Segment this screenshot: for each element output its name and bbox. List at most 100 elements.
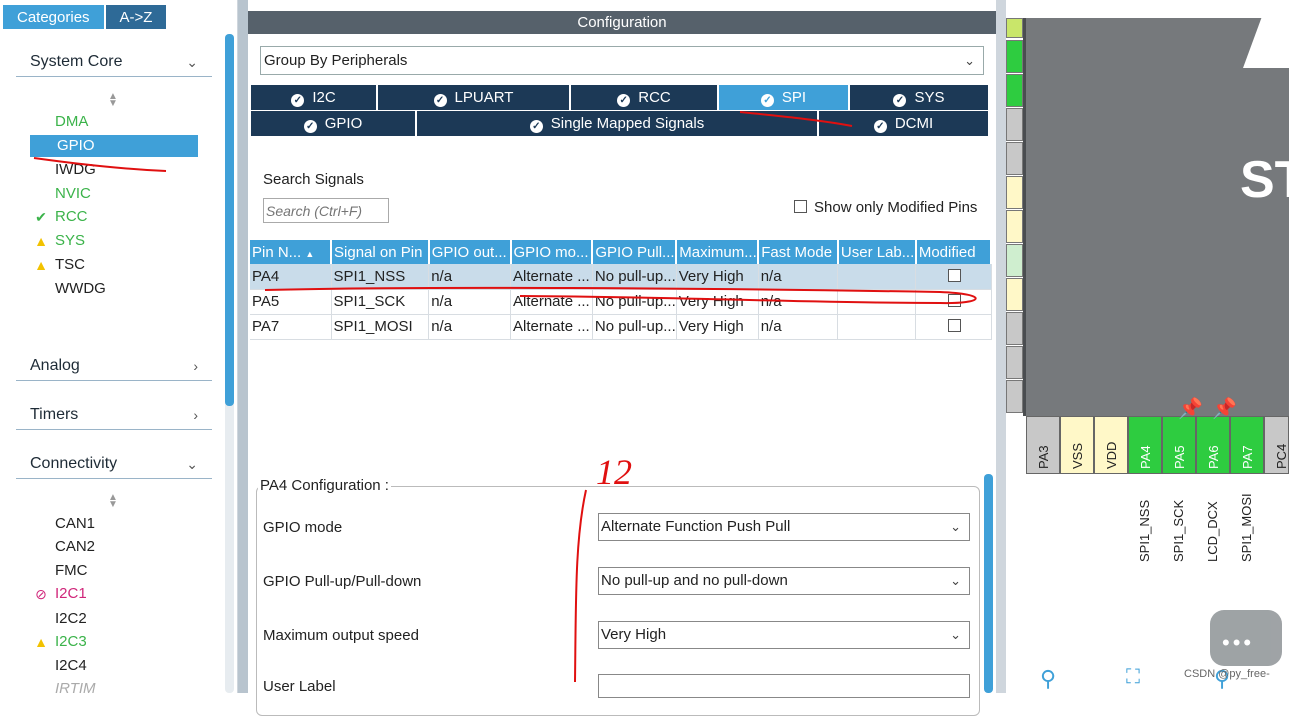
tab-lpuart[interactable]: ✓ LPUART	[378, 85, 571, 110]
chip-pin-pa7[interactable]: PA7	[1230, 416, 1264, 474]
tab-a-z[interactable]: A->Z	[104, 4, 168, 30]
col-header-gpio-pull[interactable]: GPIO Pull...	[592, 240, 678, 264]
sidebar-item-label: I2C4	[55, 657, 87, 674]
group-by-select[interactable]: Group By Peripherals ⌄	[260, 46, 984, 75]
chip-pin-vdd[interactable]: VDD	[1094, 416, 1128, 474]
tab-spi[interactable]: ✓ SPI	[719, 85, 850, 110]
chip-pin[interactable]	[1006, 142, 1023, 175]
chip-pin-pc4[interactable]: PC4	[1264, 416, 1289, 474]
check-circle-icon: ✓	[760, 94, 774, 107]
chip-pin[interactable]	[1006, 380, 1023, 413]
sidebar-item-iwdg[interactable]: IWDG	[30, 159, 198, 181]
tab-single-mapped-signals[interactable]: ✓ Single Mapped Signals	[417, 111, 819, 136]
chip-pin-pa3[interactable]: PA3	[1026, 416, 1060, 474]
check-circle-icon: ✓	[433, 94, 447, 107]
sidebar-item-tsc[interactable]: ▲ TSC	[30, 254, 198, 276]
chip-pin[interactable]	[1006, 346, 1023, 379]
col-header-max-speed[interactable]: Maximum...	[676, 240, 760, 264]
panel-splitter[interactable]	[996, 0, 1006, 693]
sort-icon[interactable]: ▲ ▼	[108, 92, 118, 109]
tab-categories[interactable]: Categories	[2, 4, 105, 30]
sidebar-item-i2c3[interactable]: ▲ I2C3	[30, 631, 198, 653]
sidebar-item-wwdg[interactable]: WWDG	[30, 278, 198, 300]
chip-pin-pa6[interactable]: PA6	[1196, 416, 1230, 474]
tab-gpio[interactable]: ✓ GPIO	[251, 111, 417, 136]
chip-pin[interactable]	[1006, 40, 1023, 73]
sidebar-item-i2c4[interactable]: I2C4	[30, 655, 198, 677]
sidebar-item-fmc[interactable]: FMC	[30, 560, 198, 582]
chip-pin[interactable]	[1006, 176, 1023, 209]
col-header-pin[interactable]: Pin N... ▲	[250, 240, 333, 264]
checkbox-icon[interactable]	[947, 294, 961, 307]
zoom-in-icon[interactable]: ⚲	[1040, 666, 1056, 692]
sidebar-item-dma[interactable]: DMA	[30, 111, 198, 133]
chip-pin-pa4[interactable]: PA4	[1128, 416, 1162, 474]
max-speed-select[interactable]: Very High ⌄	[598, 621, 970, 649]
sort-icon[interactable]: ▲ ▼	[108, 493, 118, 510]
search-input[interactable]	[263, 198, 389, 223]
panel-splitter[interactable]	[238, 0, 248, 693]
chip-pin-pa5[interactable]: PA5	[1162, 416, 1196, 474]
col-header-signal[interactable]: Signal on Pin	[331, 240, 430, 264]
chip-pin[interactable]	[1006, 108, 1023, 141]
gpio-mode-select[interactable]: Alternate Function Push Pull ⌄	[598, 513, 970, 541]
cell-fast-mode: n/a	[758, 314, 839, 340]
sidebar-item-irtim[interactable]: IRTIM	[30, 678, 198, 700]
col-header-modified[interactable]: Modified	[915, 240, 993, 264]
checkbox-icon[interactable]	[794, 200, 807, 213]
sidebar-item-label: SYS	[55, 232, 86, 249]
category-connectivity[interactable]: Connectivity ⌄	[16, 449, 212, 479]
left-scrollbar-thumb[interactable]	[225, 34, 234, 406]
sidebar-item-can1[interactable]: CAN1	[30, 513, 198, 535]
sidebar-item-label: RCC	[55, 208, 88, 225]
check-circle-icon: ✓	[291, 94, 305, 107]
col-header-user-label[interactable]: User Lab...	[837, 240, 917, 264]
sidebar-item-label: I2C1	[55, 585, 87, 602]
chip-pin[interactable]	[1006, 18, 1023, 38]
chip-pin[interactable]	[1006, 74, 1023, 107]
tab-dcmi[interactable]: ✓ DCMI	[819, 111, 990, 136]
table-row[interactable]: PA7 SPI1_MOSI n/a Alternate ... No pull-…	[250, 314, 992, 340]
chat-icon[interactable]: •••	[1210, 610, 1282, 666]
config-scrollbar-thumb[interactable]	[984, 474, 993, 693]
sidebar-item-i2c1[interactable]: ⊘ I2C1	[30, 583, 198, 605]
tab-label: I2C	[312, 89, 336, 106]
tab-rcc[interactable]: ✓ RCC	[571, 85, 719, 110]
tab-sys[interactable]: ✓ SYS	[850, 85, 990, 110]
cell-pin: PA4	[250, 264, 332, 290]
category-system-core[interactable]: System Core ⌄	[16, 47, 212, 77]
sidebar-item-gpio[interactable]: GPIO	[30, 135, 198, 157]
chip-pin[interactable]	[1006, 278, 1023, 311]
cell-signal: SPI1_MOSI	[331, 314, 430, 340]
chip-pin-vss[interactable]: VSS	[1060, 416, 1094, 474]
col-header-gpio-mode[interactable]: GPIO mo...	[510, 240, 594, 264]
sidebar-item-rcc[interactable]: ✔ RCC	[30, 206, 198, 228]
sidebar-item-sys[interactable]: ▲ SYS	[30, 230, 198, 252]
sidebar-item-nvic[interactable]: NVIC	[30, 183, 198, 205]
pin-label: PA4	[1138, 445, 1153, 469]
cell-user-label	[837, 314, 917, 340]
sidebar-item-i2c2[interactable]: I2C2	[30, 608, 198, 630]
col-header-fast-mode[interactable]: Fast Mode	[758, 240, 839, 264]
checkbox-icon[interactable]	[947, 268, 961, 282]
cell-signal: SPI1_SCK	[331, 289, 430, 315]
sidebar-item-label: WWDG	[55, 280, 106, 297]
show-modified-toggle[interactable]: Show only Modified Pins	[794, 199, 977, 216]
fit-screen-icon[interactable]: ⛶	[1126, 666, 1140, 689]
chevron-down-icon: ⌄	[950, 573, 961, 588]
gpio-pull-select[interactable]: No pull-up and no pull-down ⌄	[598, 567, 970, 595]
sort-icon: ▲	[305, 248, 315, 259]
tab-i2c[interactable]: ✓ I2C	[251, 85, 378, 110]
sidebar-item-can2[interactable]: CAN2	[30, 536, 198, 558]
table-row[interactable]: PA5 SPI1_SCK n/a Alternate ... No pull-u…	[250, 289, 992, 315]
user-label-input[interactable]	[598, 674, 970, 698]
table-row[interactable]: PA4 SPI1_NSS n/a Alternate ... No pull-u…	[250, 264, 992, 290]
chip-pin[interactable]	[1006, 312, 1023, 345]
category-analog[interactable]: Analog ›	[16, 351, 212, 381]
col-header-gpio-output[interactable]: GPIO out...	[428, 240, 512, 264]
checkbox-icon[interactable]	[947, 319, 961, 332]
chip-pin[interactable]	[1006, 244, 1023, 277]
pinout-view: ST PA3 VSS VDD PA4 PA5 PA6 PA7 PC4 📌 📌 S…	[1006, 0, 1289, 693]
category-timers[interactable]: Timers ›	[16, 400, 212, 430]
chip-pin[interactable]	[1006, 210, 1023, 243]
